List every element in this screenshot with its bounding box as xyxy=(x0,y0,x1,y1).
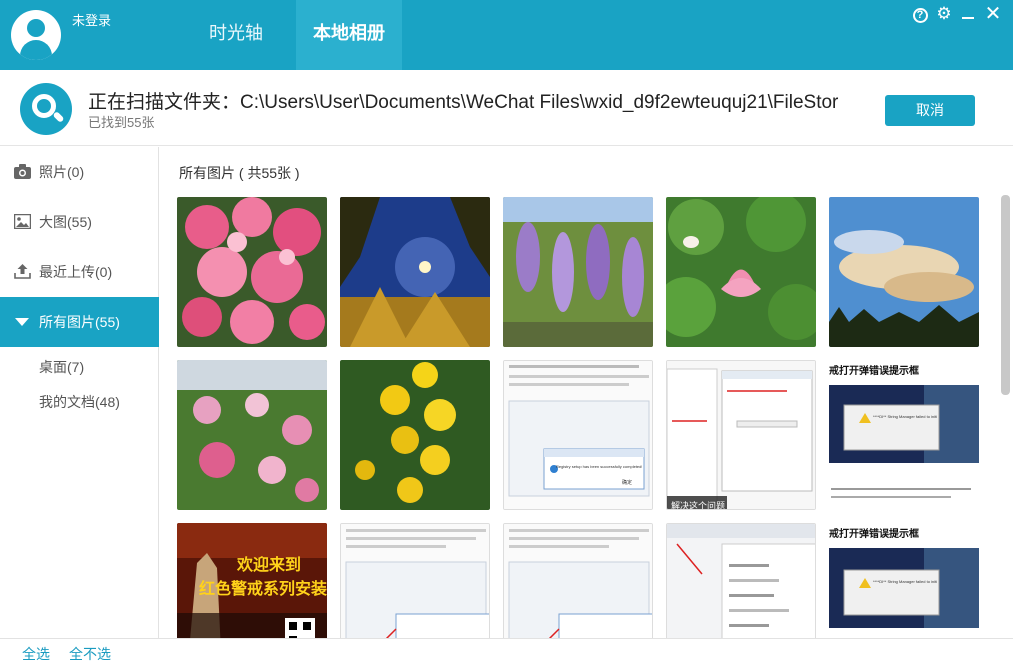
top-bar: 未登录 时光轴 本地相册 ? ⚙ ✕ xyxy=(0,0,1013,70)
tab-timeline[interactable]: 时光轴 xyxy=(190,0,282,70)
sidebar-item-large-images[interactable]: 大图(55) xyxy=(0,197,159,247)
error-message-text: ****DI** String Manager failed to initia… xyxy=(873,414,937,419)
error-title-text: 戒打开弹错误提示框 xyxy=(829,529,919,540)
close-icon[interactable]: ✕ xyxy=(984,4,1002,24)
select-none-link[interactable]: 全不选 xyxy=(69,644,111,664)
sidebar-item-label: 最近上传(0) xyxy=(39,264,113,280)
text-line xyxy=(831,488,971,490)
text-line xyxy=(831,496,951,498)
image-thumbnail[interactable] xyxy=(503,523,653,638)
sidebar: 照片(0) 大图(55) 最近上传(0) 所有图片(55) 桌面(7) 我的文档… xyxy=(0,147,159,638)
camera-icon xyxy=(14,164,31,179)
search-icon xyxy=(20,83,72,135)
dialog-ok-text: 确定 xyxy=(622,480,633,486)
scan-path-title: 正在扫描文件夹：C:\Users\User\Documents\WeChat F… xyxy=(88,92,839,113)
login-status[interactable]: 未登录 xyxy=(72,10,111,29)
sidebar-item-all-images[interactable]: 所有图片(55) xyxy=(0,297,159,347)
image-thumbnail[interactable] xyxy=(666,197,816,347)
image-thumbnail[interactable]: 解决这个问题 xyxy=(666,360,816,510)
sidebar-item-label: 所有图片(55) xyxy=(39,314,120,330)
sidebar-item-photos[interactable]: 照片(0) xyxy=(0,147,159,197)
image-grid-panel: 所有图片 ( 共55张 ) Registry setup has been su… xyxy=(160,147,1013,638)
image-thumbnail[interactable] xyxy=(177,197,327,347)
error-message-text: ****DI** String Manager failed to initia… xyxy=(873,579,937,584)
gear-icon[interactable]: ⚙ xyxy=(935,5,953,23)
avatar-body-shape xyxy=(20,40,52,60)
cancel-button[interactable]: 取消 xyxy=(885,95,975,126)
sidebar-item-label: 大图(55) xyxy=(39,214,92,230)
select-all-link[interactable]: 全选 xyxy=(22,644,50,664)
avatar-head-shape xyxy=(27,19,45,37)
image-thumbnail[interactable]: 欢迎来到 红色警戒系列安装 xyxy=(177,523,327,638)
sidebar-subitem-desktop[interactable]: 桌面(7) xyxy=(39,357,84,377)
sidebar-item-recent-uploads[interactable]: 最近上传(0) xyxy=(0,247,159,297)
image-thumbnail[interactable] xyxy=(503,197,653,347)
image-thumbnail[interactable] xyxy=(829,197,979,347)
image-icon xyxy=(14,214,31,229)
image-thumbnail[interactable] xyxy=(340,197,490,347)
footer-bar: 全选 全不选 xyxy=(0,638,1013,664)
image-thumbnail[interactable]: 戒打开弹错误提示框 ****DI** String Manager failed… xyxy=(829,523,979,638)
section-title: 所有图片 ( 共55张 ) xyxy=(179,165,300,181)
tab-local-album[interactable]: 本地相册 xyxy=(296,0,402,70)
image-thumbnail[interactable] xyxy=(340,360,490,510)
minimize-icon[interactable] xyxy=(959,5,977,23)
help-icon[interactable]: ? xyxy=(911,5,929,23)
image-thumbnail[interactable]: 戒打开弹错误提示框 ****DI** String Manager failed… xyxy=(829,360,979,510)
image-thumbnail[interactable] xyxy=(340,523,490,638)
avatar[interactable] xyxy=(11,10,61,60)
scan-panel: 正在扫描文件夹：C:\Users\User\Documents\WeChat F… xyxy=(0,70,1013,146)
vertical-scrollbar[interactable] xyxy=(1001,195,1010,395)
scan-found-count: 已找到55张 xyxy=(88,115,155,130)
caret-down-icon xyxy=(15,318,29,326)
error-title-text: 戒打开弹错误提示框 xyxy=(829,366,919,377)
game-banner-line2: 红色警戒系列安装 xyxy=(199,581,327,598)
sidebar-item-label: 照片(0) xyxy=(39,164,85,180)
game-banner-line1: 欢迎来到 xyxy=(237,557,302,574)
dialog-text: Registry setup has been successfully com… xyxy=(556,464,642,469)
tip-text: 解决这个问题 xyxy=(671,501,726,510)
image-thumbnail[interactable] xyxy=(666,523,816,638)
sidebar-subitem-my-documents[interactable]: 我的文档(48) xyxy=(39,392,120,412)
image-thumbnail[interactable]: Registry setup has been successfully com… xyxy=(503,360,653,510)
upload-icon xyxy=(14,264,31,279)
image-thumbnail[interactable] xyxy=(177,360,327,510)
